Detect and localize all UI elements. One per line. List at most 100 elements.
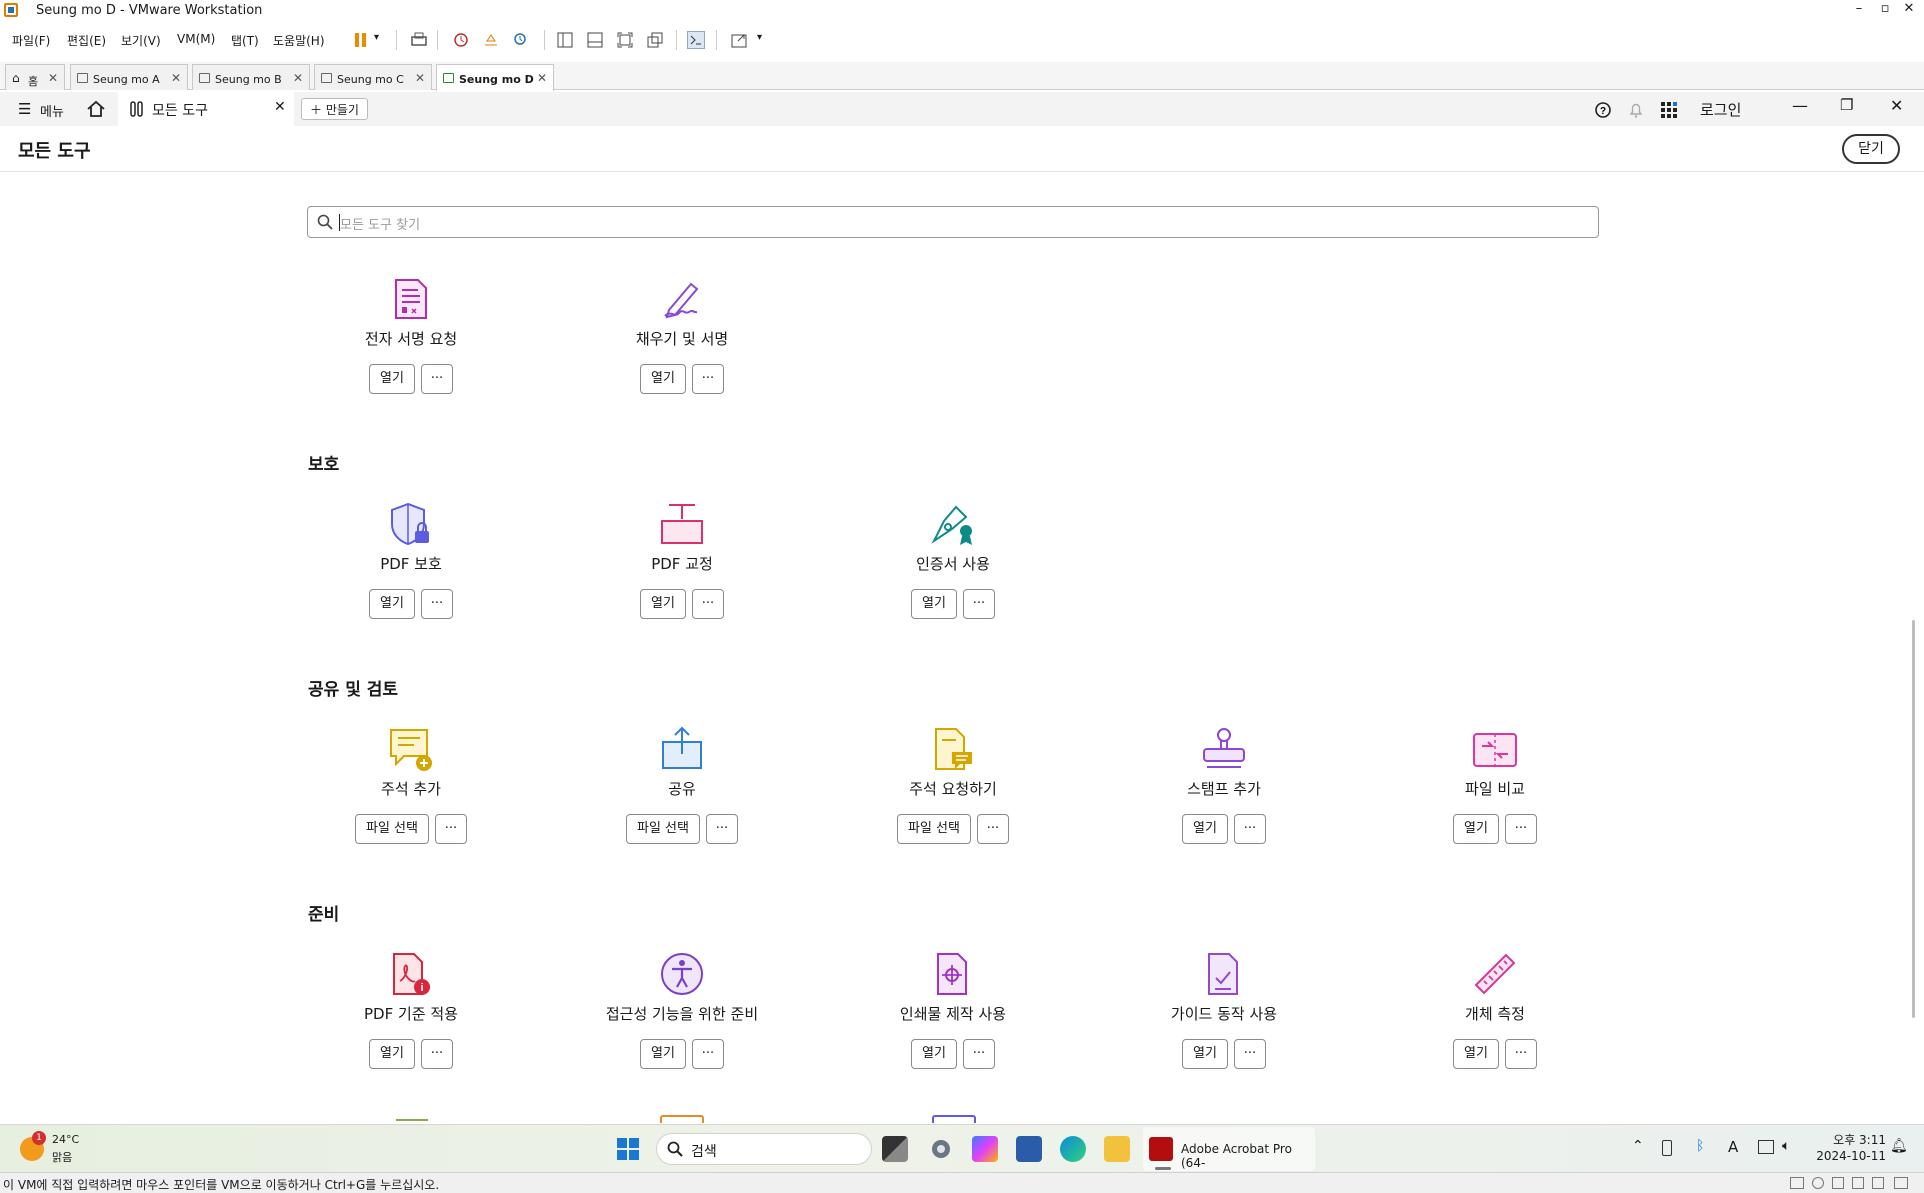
edge-icon[interactable]: [1060, 1136, 1086, 1162]
unity-icon[interactable]: [646, 31, 664, 49]
tool-add-stamp[interactable]: 스탬프 추가 열기 ···: [1101, 726, 1341, 846]
scrollbar-thumb[interactable]: [1912, 620, 1915, 1018]
windows-start-icon[interactable]: [616, 1137, 640, 1165]
apps-grid-icon[interactable]: [1660, 101, 1678, 123]
close-icon[interactable]: ✕: [171, 71, 181, 85]
tool-print-production[interactable]: 인쇄물 제작 사용 열기 ···: [830, 951, 1070, 1071]
restore-icon[interactable]: ❐: [1840, 96, 1853, 114]
open-button[interactable]: 열기: [911, 1039, 957, 1069]
send-keys-icon[interactable]: [410, 31, 428, 49]
open-button[interactable]: 열기: [1182, 814, 1228, 844]
tool-share[interactable]: 공유 파일 선택 ···: [559, 726, 799, 846]
login-link[interactable]: 로그인: [1700, 99, 1741, 120]
more-options-button[interactable]: ···: [976, 814, 1009, 844]
copilot-icon[interactable]: [972, 1136, 998, 1162]
choose-file-button[interactable]: 파일 선택: [897, 814, 971, 844]
close-icon[interactable]: ✕: [1898, 1, 1920, 16]
close-button[interactable]: 닫기: [1842, 134, 1900, 164]
menu-file[interactable]: 파일(F): [12, 32, 50, 49]
menu-vm[interactable]: VM(M): [177, 32, 215, 46]
network-adapter-icon[interactable]: [1832, 1177, 1844, 1189]
open-button[interactable]: 열기: [1453, 1039, 1499, 1069]
vm-tab-b[interactable]: Seung mo B ✕: [192, 64, 310, 90]
open-button[interactable]: 열기: [1182, 1039, 1228, 1069]
open-button[interactable]: 열기: [640, 1039, 686, 1069]
tool-compare-files[interactable]: 파일 비교 열기 ···: [1372, 726, 1612, 846]
more-options-button[interactable]: ···: [962, 589, 995, 619]
file-explorer-icon[interactable]: [1104, 1136, 1130, 1162]
tool-protect-pdf[interactable]: PDF 보호 열기 ···: [288, 501, 528, 621]
open-button[interactable]: 열기: [369, 1039, 415, 1069]
close-icon[interactable]: ✕: [537, 71, 547, 85]
more-options-button[interactable]: ···: [1233, 1039, 1266, 1069]
console-view-icon[interactable]: [687, 31, 705, 49]
more-options-button[interactable]: ···: [691, 364, 724, 394]
clock-time[interactable]: 오후 3:11: [1830, 1131, 1886, 1148]
chevron-down-icon[interactable]: ▾: [757, 32, 762, 43]
open-button[interactable]: 열기: [640, 364, 686, 394]
more-options-button[interactable]: ···: [434, 814, 467, 844]
fullscreen-icon[interactable]: [616, 31, 634, 49]
more-options-button[interactable]: ···: [1504, 814, 1537, 844]
ime-indicator[interactable]: A: [1728, 1138, 1738, 1156]
snapshot-manager-icon[interactable]: [512, 31, 530, 49]
menu-tab[interactable]: 탭(T): [231, 32, 259, 49]
open-button[interactable]: 열기: [640, 589, 686, 619]
tool-use-certificate[interactable]: 인증서 사용 열기 ···: [830, 501, 1070, 621]
bluetooth-icon[interactable]: ᛒ: [1696, 1138, 1704, 1154]
minimize-icon[interactable]: –: [1848, 1, 1870, 16]
menu-view[interactable]: 보기(V): [121, 32, 161, 49]
stretch-guest-icon[interactable]: [730, 31, 748, 49]
taskbar-search[interactable]: 검색: [656, 1133, 872, 1165]
close-icon[interactable]: ✕: [48, 71, 58, 85]
tool-fill-sign[interactable]: 채우기 및 서명 열기 ···: [559, 276, 799, 396]
minimize-icon[interactable]: —: [1792, 96, 1808, 115]
weather-temp[interactable]: 24°C: [52, 1133, 79, 1146]
tool-guided-action[interactable]: 가이드 동작 사용 열기 ···: [1101, 951, 1341, 1071]
open-button[interactable]: 열기: [369, 589, 415, 619]
notification-bell-icon[interactable]: 🔔︎: [1890, 1138, 1908, 1154]
snapshot-icon[interactable]: [452, 31, 470, 49]
menu-edit[interactable]: 편집(E): [67, 32, 106, 49]
usb-icon[interactable]: [1662, 1140, 1672, 1156]
open-button[interactable]: 열기: [1453, 814, 1499, 844]
tool-measure[interactable]: 개체 측정 열기 ···: [1372, 951, 1612, 1071]
more-options-button[interactable]: ···: [1504, 1039, 1537, 1069]
vm-tab-a[interactable]: Seung mo A ✕: [70, 64, 188, 90]
pause-icon[interactable]: [352, 31, 370, 49]
message-icon[interactable]: [1894, 1177, 1908, 1189]
chevron-up-icon[interactable]: ⌃: [1632, 1138, 1644, 1154]
choose-file-button[interactable]: 파일 선택: [355, 814, 429, 844]
more-options-button[interactable]: ···: [1233, 814, 1266, 844]
maximize-icon[interactable]: ▫: [1874, 1, 1896, 16]
open-button[interactable]: 열기: [369, 364, 415, 394]
chevron-down-icon[interactable]: ▾: [374, 32, 379, 43]
settings-gear-icon[interactable]: [928, 1136, 954, 1162]
more-options-button[interactable]: ···: [691, 1039, 724, 1069]
acrobat-taskbar-button[interactable]: Adobe Acrobat Pro (64-: [1143, 1127, 1315, 1171]
clock-date[interactable]: 2024-10-11: [1814, 1149, 1886, 1163]
close-icon[interactable]: ✕: [274, 99, 286, 115]
close-icon[interactable]: ✕: [415, 71, 425, 85]
hdd-icon[interactable]: [1790, 1177, 1804, 1189]
vm-tab-c[interactable]: Seung mo C ✕: [314, 64, 432, 90]
notification-bell-icon[interactable]: [1628, 101, 1644, 123]
vm-tab-home[interactable]: ⌂ 홈 ✕: [5, 64, 65, 90]
search-input[interactable]: 모든 도구 찾기: [307, 206, 1599, 238]
more-options-button[interactable]: ···: [691, 589, 724, 619]
choose-file-button[interactable]: 파일 선택: [626, 814, 700, 844]
weather-desc[interactable]: 맑음: [52, 1149, 72, 1165]
tool-request-comment[interactable]: 주석 요청하기 파일 선택 ···: [830, 726, 1070, 846]
usb-device-icon[interactable]: [1852, 1177, 1864, 1189]
close-icon[interactable]: ✕: [1890, 96, 1903, 115]
vm-tab-d[interactable]: Seung mo D ✕: [436, 64, 554, 91]
menu-label[interactable]: 메뉴: [40, 101, 64, 120]
more-options-button[interactable]: ···: [420, 1039, 453, 1069]
cd-icon[interactable]: [1812, 1177, 1824, 1189]
thumbnail-icon[interactable]: [586, 31, 604, 49]
menu-help[interactable]: 도움말(H): [273, 32, 325, 49]
tool-request-signature[interactable]: 전자 서명 요청 열기 ···: [288, 276, 528, 396]
tool-redact-pdf[interactable]: PDF 교정 열기 ···: [559, 501, 799, 621]
more-options-button[interactable]: ···: [962, 1039, 995, 1069]
sound-icon[interactable]: [1872, 1177, 1884, 1189]
